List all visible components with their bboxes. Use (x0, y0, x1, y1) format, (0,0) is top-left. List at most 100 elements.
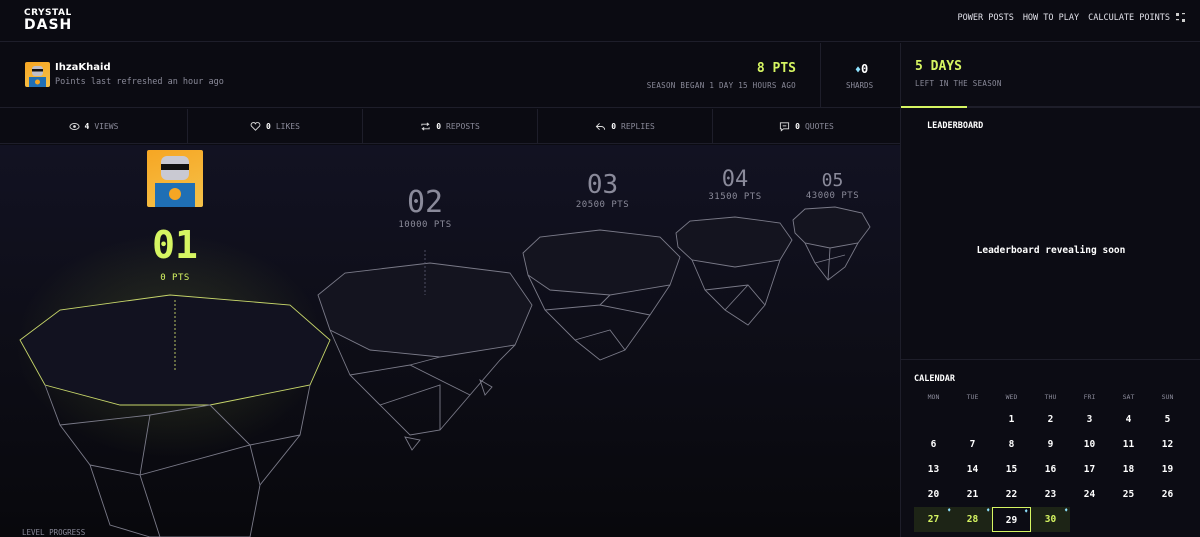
calendar-day-number: 1 (1008, 414, 1015, 425)
shard-sparkle-icon: ♦ (986, 507, 990, 514)
calendar-day-17[interactable]: 17 (1070, 457, 1109, 482)
calendar-empty-cell (1109, 507, 1148, 532)
quotes-label: QUOTES (804, 122, 834, 131)
level-1-number: 01 (152, 223, 198, 267)
shards-count: 0 (861, 62, 869, 76)
calendar-day-23[interactable]: 23 (1031, 482, 1070, 507)
calendar-day-9[interactable]: 9 (1031, 432, 1070, 457)
calendar-day-13[interactable]: 13 (914, 457, 953, 482)
nav-calculate-points[interactable]: CALCULATE POINTS (1088, 13, 1170, 23)
calendar-day-number: 21 (966, 489, 979, 500)
calendar-empty-cell (1148, 507, 1187, 532)
level-4-number: 04 (721, 167, 749, 192)
level-4-points: 31500 PTS (708, 192, 762, 202)
logo-line2: DASH (24, 17, 73, 33)
days-left-label: LEFT IN THE SEASON (915, 79, 1002, 88)
leaderboard-message: Leaderboard revealing soon (976, 245, 1126, 256)
calendar-day-26[interactable]: 26 (1148, 482, 1187, 507)
calendar-day-8[interactable]: 8 (992, 432, 1031, 457)
nav-power-posts[interactable]: POWER POSTS (958, 13, 1014, 23)
stat-replies[interactable]: 0 REPLIES (538, 109, 713, 144)
calendar-day-6[interactable]: 6 (914, 432, 953, 457)
season-began-text: SEASON BEGAN 1 DAY 15 HOURS AGO (646, 81, 796, 90)
calendar-day-number: 13 (927, 464, 940, 475)
engagement-stats: 4 VIEWS 0 LIKES 0 REPOSTS 0 REPLIES 0 QUOTES (0, 109, 900, 144)
calendar-day-number: 3 (1086, 414, 1093, 425)
user-points: 8 PTS (756, 61, 796, 76)
calendar-day-number: 17 (1083, 464, 1096, 475)
calendar-empty-cell (1070, 507, 1109, 532)
level-stage: 01 0 PTS 02 10000 PTS 03 20500 PTS 04 31… (0, 145, 900, 537)
level-progress-label: LEVEL PROGRESS (22, 528, 86, 537)
stat-quotes[interactable]: 0 QUOTES (713, 109, 900, 144)
level-4-marker: 04 31500 PTS (700, 167, 770, 202)
weekday-thu: THU (1044, 393, 1057, 401)
username: IhzaKhaid (55, 62, 111, 73)
level-3-points: 20500 PTS (575, 200, 630, 210)
calendar-day-19[interactable]: 19 (1148, 457, 1187, 482)
shards-label: SHARDS (846, 81, 874, 90)
quotes-count: 0 (795, 122, 800, 131)
level-3-marker: 03 20500 PTS (565, 170, 640, 210)
repost-icon (421, 122, 430, 131)
stat-likes[interactable]: 0 LIKES (188, 109, 363, 144)
calendar-day-number: 28 (966, 514, 979, 525)
stat-views[interactable]: 4 VIEWS (0, 109, 188, 144)
side-panel: 5 DAYS LEFT IN THE SEASON LEADERBOARD Le… (900, 43, 1200, 537)
calendar-day-28[interactable]: 28 ♦ (953, 507, 992, 532)
calendar-day-24[interactable]: 24 (1070, 482, 1109, 507)
calendar-day-25[interactable]: 25 (1109, 482, 1148, 507)
season-progress-bar (901, 106, 1200, 108)
views-count: 4 (84, 122, 90, 131)
calendar-day-1[interactable]: 1 (992, 407, 1031, 432)
calendar-day-27[interactable]: 27 ♦ (914, 507, 953, 532)
calendar-day-7[interactable]: 7 (953, 432, 992, 457)
crystal-dash-logo[interactable]: CRYSTAL DASH (24, 8, 86, 34)
calendar-day-30[interactable]: 30 ♦ (1031, 507, 1070, 532)
calendar-day-4[interactable]: 4 (1109, 407, 1148, 432)
calendar-day-number: 20 (927, 489, 940, 500)
shard-sparkle-icon: ♦ (1064, 507, 1068, 514)
calendar-day-number: 9 (1047, 439, 1054, 450)
calendar-day-12[interactable]: 12 (1148, 432, 1187, 457)
calendar-day-3[interactable]: 3 (1070, 407, 1109, 432)
grid-menu-icon[interactable] (1176, 13, 1186, 23)
calendar-day-22[interactable]: 22 (992, 482, 1031, 507)
reposts-count: 0 (436, 122, 442, 131)
eye-icon (68, 123, 80, 130)
level-2-number: 02 (406, 185, 444, 220)
calendar-day-2[interactable]: 2 (1031, 407, 1070, 432)
calendar-day-21[interactable]: 21 (953, 482, 992, 507)
divider (901, 359, 1200, 360)
calendar-day-10[interactable]: 10 (1070, 432, 1109, 457)
calendar-day-18[interactable]: 18 (1109, 457, 1148, 482)
level-2-marker: 02 10000 PTS (385, 185, 465, 230)
leaderboard-title: LEADERBOARD (927, 121, 984, 131)
calendar-day-14[interactable]: 14 (953, 457, 992, 482)
calendar-day-number: 8 (1008, 439, 1015, 450)
calendar-day-15[interactable]: 15 (992, 457, 1031, 482)
calendar-day-29[interactable]: 29 ♦ (992, 507, 1031, 532)
stat-reposts[interactable]: 0 REPOSTS (363, 109, 538, 144)
calendar-day-20[interactable]: 20 (914, 482, 953, 507)
level-3-number: 03 (586, 170, 619, 200)
calendar-day-11[interactable]: 11 (1109, 432, 1148, 457)
calendar-day-number: 12 (1161, 439, 1174, 450)
level-5-points: 43000 PTS (805, 191, 860, 201)
user-avatar[interactable] (25, 62, 50, 87)
nav-how-to-play[interactable]: HOW TO PLAY (1023, 13, 1079, 23)
views-label: VIEWS (94, 122, 119, 131)
level-5-marker: 05 43000 PTS (800, 170, 865, 201)
calendar-day-number: 2 (1047, 414, 1054, 425)
calendar-day-number: 19 (1161, 464, 1174, 475)
calendar-day-number: 24 (1083, 489, 1096, 500)
calendar-day-5[interactable]: 5 (1148, 407, 1187, 432)
weekday-wed: WED (1005, 393, 1018, 401)
quote-icon (780, 122, 790, 132)
user-bar: IhzaKhaid Points last refreshed an hour … (0, 43, 900, 108)
calendar-day-16[interactable]: 16 (1031, 457, 1070, 482)
calendar-grid: MON TUE WED THU FRI SAT SUN 1 2 3 4 5 6 7 8 9 10 11 12 13 14… (914, 393, 1189, 532)
shard-sparkle-icon: ♦ (947, 507, 951, 514)
calendar-empty-cell (914, 407, 953, 432)
calendar-day-number: 5 (1164, 414, 1171, 425)
